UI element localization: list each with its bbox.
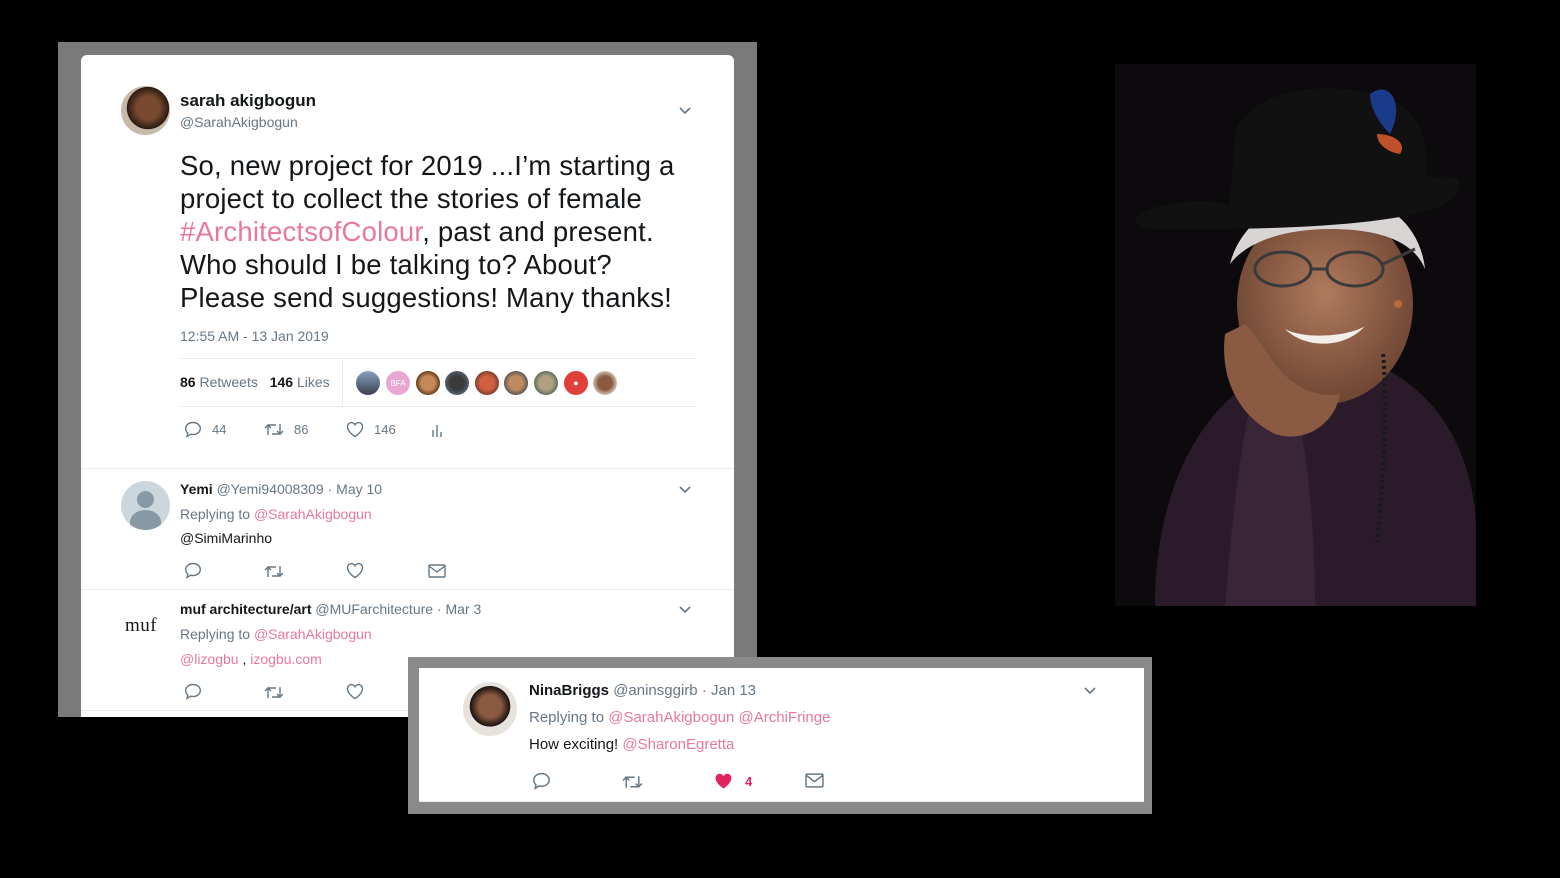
retweet-icon: [264, 424, 284, 435]
reply-author-name[interactable]: Yemi: [180, 481, 213, 497]
like-action[interactable]: 146: [346, 421, 396, 438]
liker-avatar[interactable]: BFA: [385, 370, 411, 396]
heart-icon[interactable]: [346, 562, 364, 579]
liker-avatar[interactable]: [444, 370, 470, 396]
replying-to-link[interactable]: @SarahAkigbogun @ArchiFringe: [608, 709, 830, 726]
mention-link[interactable]: @SharonEgretta: [622, 736, 734, 753]
main-tweet-card: sarah akigbogun @SarahAkigbogun So, new …: [81, 55, 734, 717]
liker-avatar[interactable]: [355, 370, 381, 396]
replying-to-link[interactable]: @SarahAkigbogun: [254, 506, 372, 522]
reply-date[interactable]: · Jan 13: [702, 682, 756, 699]
reply-author-name[interactable]: muf architecture/art: [180, 601, 311, 617]
reply-author-handle[interactable]: @MUFarchitecture: [315, 601, 433, 617]
reply-icon: [184, 421, 202, 438]
reply-action[interactable]: 44: [184, 421, 226, 438]
reply-body: How exciting! @SharonEgretta: [529, 736, 735, 753]
reply-author-name[interactable]: NinaBriggs: [529, 682, 609, 699]
divider: [180, 406, 695, 407]
reply-body: @lizogbu , izogbu.com: [180, 651, 322, 667]
divider: [180, 358, 695, 359]
portrait-photo: [1115, 64, 1476, 606]
hashtag-link[interactable]: #ArchitectsofColour: [180, 216, 422, 247]
reply-header: Yemi @Yemi94008309 · May 10: [180, 481, 382, 497]
liker-avatar[interactable]: [503, 370, 529, 396]
like-count: 4: [745, 773, 753, 789]
divider: [81, 468, 734, 469]
retweet-icon[interactable]: [264, 685, 284, 700]
likes-stat[interactable]: 146 Likes: [270, 374, 330, 390]
mail-icon[interactable]: [428, 564, 446, 578]
liker-avatar[interactable]: [592, 370, 618, 396]
author-avatar[interactable]: [121, 86, 170, 135]
tweet-stats: 86 Retweets 146 Likes: [180, 374, 330, 390]
url-link[interactable]: izogbu.com: [250, 651, 322, 667]
analytics-icon: [432, 425, 442, 437]
like-action[interactable]: 4: [714, 772, 752, 790]
tweet-timestamp[interactable]: 12:55 AM - 13 Jan 2019: [180, 328, 329, 344]
reply-icon[interactable]: [184, 562, 202, 579]
mention-link[interactable]: @lizogbu: [180, 651, 239, 667]
reply-avatar[interactable]: [463, 682, 517, 736]
reply-icon[interactable]: [532, 772, 551, 790]
retweet-count: 86: [294, 422, 309, 437]
default-avatar-icon: [137, 491, 154, 508]
reply-body: @SimiMarinho: [180, 530, 273, 546]
chevron-down-icon[interactable]: [679, 107, 691, 115]
retweet-icon[interactable]: [264, 564, 284, 579]
muf-logo[interactable]: muf: [125, 615, 157, 637]
divider: [81, 589, 734, 590]
chevron-down-icon[interactable]: [1084, 687, 1096, 695]
tweet-text: So, new project for 2019 ...I’m starting…: [180, 149, 700, 314]
replying-to-line: Replying to @SarahAkigbogun: [180, 506, 372, 522]
retweet-action[interactable]: 86: [264, 422, 308, 437]
divider: [419, 801, 1144, 802]
liker-avatar[interactable]: [474, 370, 500, 396]
reply-icon[interactable]: [184, 683, 202, 700]
default-avatar-body: [130, 510, 161, 530]
portrait-illustration: [1135, 88, 1476, 606]
like-count: 146: [374, 422, 396, 437]
replying-to-line: Replying to @SarahAkigbogun: [180, 626, 372, 642]
reply-header: NinaBriggs @aninsggirb · Jan 13: [529, 682, 756, 699]
reply-date[interactable]: · May 10: [328, 481, 382, 497]
author-handle[interactable]: @SarahAkigbogun: [180, 114, 298, 130]
analytics-action[interactable]: [431, 422, 443, 438]
replying-to-link[interactable]: @SarahAkigbogun: [254, 626, 372, 642]
nina-reply-card: NinaBriggs @aninsggirb · Jan 13 Replying…: [419, 668, 1144, 802]
reply-header: muf architecture/art @MUFarchitecture · …: [180, 601, 481, 617]
reply-author-handle[interactable]: @Yemi94008309: [217, 481, 324, 497]
reply-date[interactable]: · Mar 3: [437, 601, 481, 617]
liker-avatar[interactable]: ●: [563, 370, 589, 396]
divider: [342, 358, 343, 406]
heart-icon: [346, 421, 364, 438]
heart-icon[interactable]: [346, 683, 364, 700]
chevron-down-icon[interactable]: [679, 486, 691, 494]
mail-icon[interactable]: [805, 773, 824, 788]
tweet-text-part: So, new project for 2019 ...I’m starting…: [180, 150, 675, 214]
heart-filled-icon: [715, 773, 732, 789]
reply-author-handle[interactable]: @aninsggirb: [613, 682, 697, 699]
retweet-icon[interactable]: [622, 774, 643, 790]
replying-to-line: Replying to @SarahAkigbogun @ArchiFringe: [529, 709, 831, 726]
liker-avatar[interactable]: [415, 370, 441, 396]
chevron-down-icon[interactable]: [679, 606, 691, 614]
author-name[interactable]: sarah akigbogun: [180, 91, 316, 111]
reply-avatar[interactable]: [121, 481, 170, 530]
retweets-stat[interactable]: 86 Retweets: [180, 374, 258, 390]
reply-count: 44: [212, 422, 227, 437]
liker-avatar[interactable]: [533, 370, 559, 396]
